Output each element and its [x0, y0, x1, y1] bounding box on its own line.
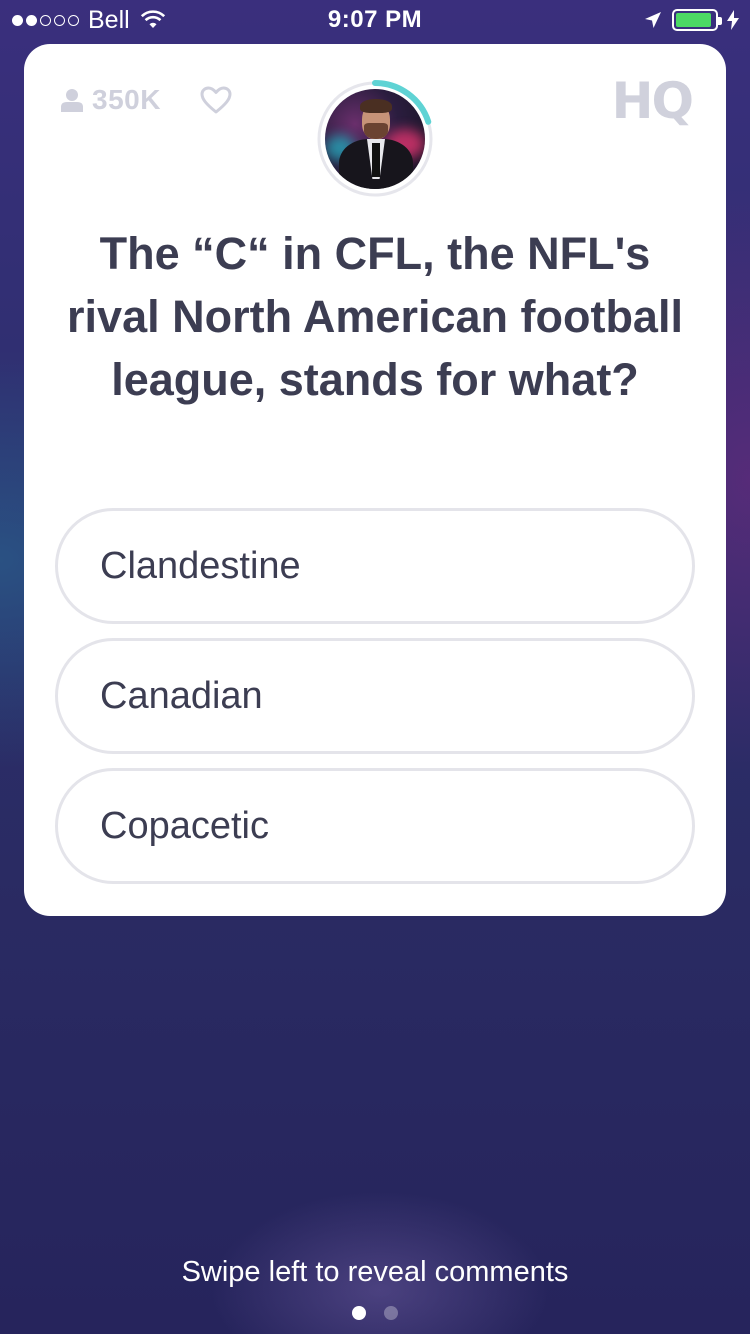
viewer-count-label: 350K: [92, 84, 161, 115]
status-time: 9:07 PM: [327, 6, 423, 33]
heart-button[interactable]: [200, 86, 232, 119]
answer-option-3[interactable]: Copacetic: [55, 768, 695, 884]
status-right: [644, 8, 740, 32]
battery-nub: [718, 17, 722, 25]
page-dot-2[interactable]: [384, 1306, 398, 1320]
heart-icon: [200, 86, 232, 114]
swipe-hint: Swipe left to reveal comments: [181, 1256, 569, 1288]
viewer-count: 350K: [60, 84, 161, 116]
status-bar: Bell 9:07 PM: [0, 0, 750, 40]
answer-option-1[interactable]: Clandestine: [55, 508, 695, 624]
charging-bolt-icon: [727, 10, 739, 30]
host-avatar-timer: [314, 78, 436, 200]
answer-option-2[interactable]: Canadian: [55, 638, 695, 754]
page-indicator[interactable]: [0, 1306, 750, 1320]
person-icon: [61, 89, 83, 112]
battery-level: [676, 13, 711, 27]
battery-icon: [672, 9, 722, 31]
page-dot-1[interactable]: [352, 1306, 366, 1320]
avatar-hair: [360, 99, 392, 113]
question-text: The “C“ in CFL, the NFL's rival North Am…: [67, 228, 683, 405]
host-avatar: [325, 89, 425, 189]
avatar-tie: [372, 143, 380, 177]
avatar-beard: [364, 123, 388, 139]
location-arrow-icon: [645, 12, 661, 28]
question-card: 350K HQ The “C“ in CFL, the NFL's rival …: [24, 44, 726, 916]
hq-logo: HQ: [611, 72, 694, 130]
